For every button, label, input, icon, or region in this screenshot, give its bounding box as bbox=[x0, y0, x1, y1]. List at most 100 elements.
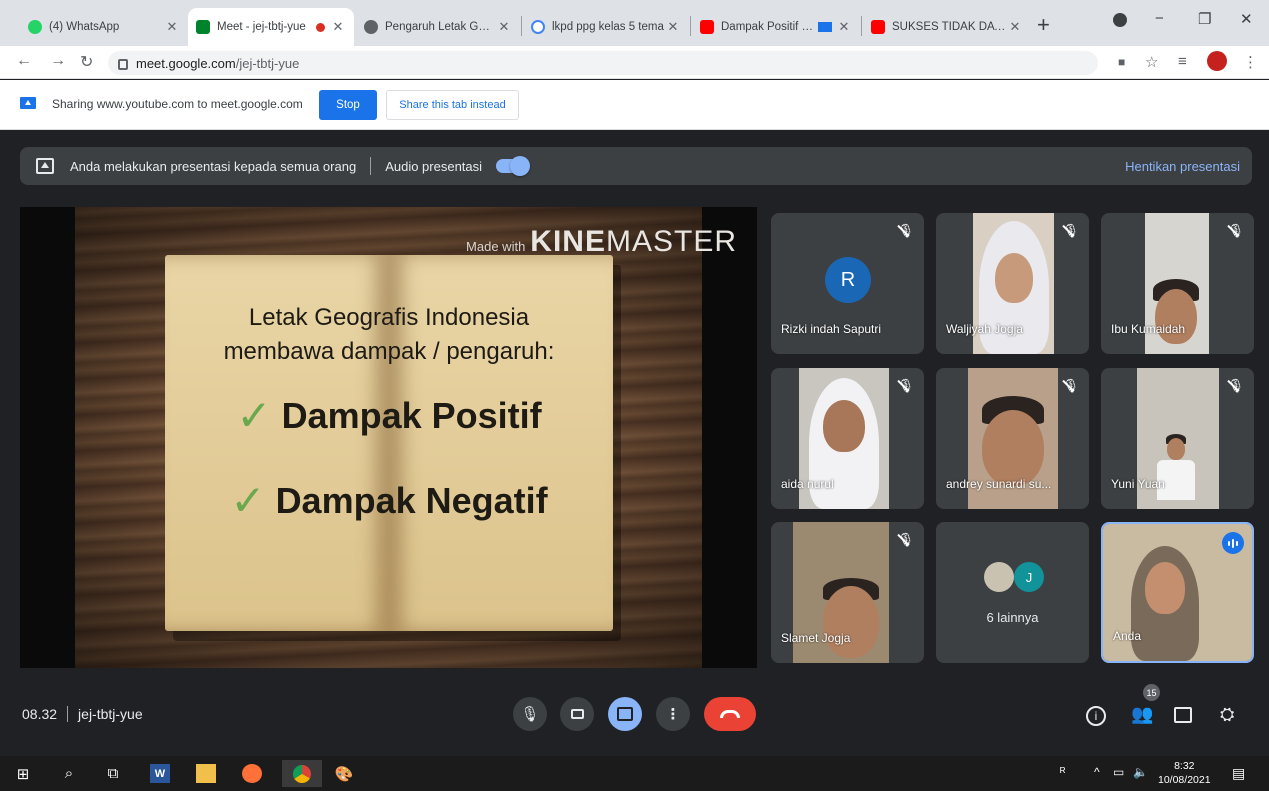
watermark-brand: MASTER bbox=[605, 225, 737, 258]
tab-whatsapp[interactable]: (4) WhatsApp ✕ bbox=[20, 8, 188, 46]
task-view-icon[interactable]: ⧉ bbox=[104, 764, 122, 783]
checkmark-icon: ✓ bbox=[230, 477, 266, 524]
participant-name: Slamet Jogja bbox=[781, 631, 851, 645]
reading-list-icon[interactable]: ≡ bbox=[1178, 53, 1187, 70]
clock-time: 8:32 bbox=[1174, 760, 1195, 772]
new-tab-button[interactable]: + bbox=[1037, 12, 1050, 38]
windows-start-icon[interactable]: ⊞ bbox=[14, 764, 32, 783]
globe-icon bbox=[364, 20, 378, 34]
back-arrow-icon[interactable]: ← bbox=[16, 52, 32, 70]
people-tray-icon[interactable]: ᴿ bbox=[1060, 765, 1065, 779]
sharing-infobar: Sharing www.youtube.com to meet.google.c… bbox=[0, 80, 1269, 130]
participant-tile[interactable]: 🎙 Slamet Jogja bbox=[771, 522, 924, 663]
clock-date: 10/08/2021 bbox=[1158, 774, 1211, 786]
presenting-text: Anda melakukan presentasi kepada semua o… bbox=[70, 158, 357, 174]
close-icon[interactable]: ✕ bbox=[164, 19, 180, 35]
volume-icon[interactable]: 🔈 bbox=[1133, 765, 1148, 779]
bullet-text: Dampak Positif bbox=[281, 394, 542, 436]
tab-pengaruh[interactable]: Pengaruh Letak Geogr ✕ bbox=[356, 8, 520, 46]
forward-arrow-icon[interactable]: → bbox=[50, 52, 66, 70]
stop-sharing-button[interactable]: Stop bbox=[319, 90, 377, 120]
audio-toggle[interactable] bbox=[496, 156, 531, 176]
profile-dot-icon[interactable] bbox=[1113, 13, 1127, 27]
close-icon[interactable]: ✕ bbox=[836, 19, 852, 35]
menu-kebab-icon[interactable]: ⋮ bbox=[1243, 53, 1258, 71]
participant-tile[interactable]: R 🎙 Rizki indah Saputri bbox=[771, 213, 924, 354]
tab-divider bbox=[861, 16, 862, 36]
camera-indicator-icon[interactable]: ■ bbox=[1118, 55, 1125, 69]
participant-tile[interactable]: 🎙 aida nurul bbox=[771, 368, 924, 509]
more-options-button[interactable]: ⋮ bbox=[656, 697, 690, 731]
cast-icon bbox=[818, 22, 832, 32]
url-bar[interactable]: meet.google.com /jej-tbtj-yue bbox=[108, 51, 1098, 75]
chrome-taskbar-button[interactable] bbox=[282, 760, 322, 787]
close-icon[interactable]: ✕ bbox=[1007, 19, 1023, 35]
bullet-text: Dampak Negatif bbox=[275, 479, 548, 521]
chevron-up-icon[interactable]: ^ bbox=[1094, 765, 1100, 779]
firefox-icon[interactable] bbox=[242, 764, 262, 783]
present-button[interactable] bbox=[608, 697, 642, 731]
reload-icon[interactable]: ↻ bbox=[80, 52, 93, 72]
self-tile[interactable]: Anda bbox=[1101, 522, 1254, 663]
close-icon[interactable]: ✕ bbox=[330, 19, 346, 35]
close-icon[interactable]: ✕ bbox=[665, 19, 681, 35]
paint-icon[interactable]: 🎨 bbox=[334, 764, 354, 783]
tab-title: Meet - jej-tbtj-yue bbox=[217, 21, 306, 33]
tab-dampak-positif[interactable]: Dampak Positif Da ✕ bbox=[692, 8, 860, 46]
word-icon[interactable]: W bbox=[150, 764, 170, 783]
close-icon[interactable]: ✕ bbox=[496, 19, 512, 35]
participant-tile[interactable]: 🎙 Yuni Yuan bbox=[1101, 368, 1254, 509]
stop-presenting-link[interactable]: Hentikan presentasi bbox=[1125, 159, 1240, 174]
face-shape bbox=[1167, 438, 1185, 460]
screen-share-icon bbox=[20, 97, 36, 109]
tab-title: lkpd ppg kelas 5 tema bbox=[552, 21, 664, 33]
windows-taskbar: ⊞ ⌕ ⧉ W 🎨 ᴿ ^ ▭ 🔈 8:32 10/08/2021 ▤ bbox=[0, 756, 1269, 791]
watermark-brand-bold: KINE bbox=[530, 225, 606, 258]
participant-tile-others[interactable]: J 6 lainnya bbox=[936, 522, 1089, 663]
system-clock[interactable]: 8:32 10/08/2021 bbox=[1158, 759, 1211, 787]
avatar bbox=[984, 562, 1014, 592]
meeting-time: 08.32 bbox=[22, 706, 58, 722]
mic-off-icon: 🎙 bbox=[1062, 378, 1079, 393]
slide-bullet-negative: ✓ Dampak Negatif bbox=[165, 476, 613, 525]
tab-sukses[interactable]: SUKSES TIDAK DATANG ✕ bbox=[863, 8, 1031, 46]
notification-icon[interactable]: ▤ bbox=[1232, 765, 1245, 782]
participant-tile[interactable]: 🎙 Ibu Kumaidah bbox=[1101, 213, 1254, 354]
face-shape bbox=[823, 586, 879, 658]
search-icon[interactable]: ⌕ bbox=[60, 764, 78, 783]
participant-tile[interactable]: 🎙 Waljiyah Jogja bbox=[936, 213, 1089, 354]
slide-text: Letak Geografis Indonesia membawa dampak… bbox=[165, 301, 613, 525]
tab-divider bbox=[521, 16, 522, 36]
microphone-button[interactable]: 🎙 bbox=[513, 697, 547, 731]
google-icon bbox=[531, 20, 545, 34]
tab-lkpd[interactable]: lkpd ppg kelas 5 tema ✕ bbox=[523, 8, 689, 46]
profile-avatar[interactable] bbox=[1207, 51, 1227, 71]
checkmark-icon: ✓ bbox=[236, 392, 272, 439]
mic-off-icon: 🎙 bbox=[897, 378, 914, 393]
sharing-message: Sharing www.youtube.com to meet.google.c… bbox=[52, 97, 303, 111]
lock-icon bbox=[118, 58, 128, 70]
camera-button[interactable] bbox=[560, 697, 594, 731]
chrome-icon bbox=[293, 764, 311, 783]
activities-icon[interactable]: ⛭ bbox=[1220, 704, 1234, 725]
minimize-button[interactable]: − bbox=[1155, 10, 1164, 27]
chat-icon[interactable] bbox=[1174, 707, 1192, 723]
tab-meet[interactable]: Meet - jej-tbtj-yue ✕ bbox=[188, 8, 354, 46]
battery-icon[interactable]: ▭ bbox=[1113, 765, 1124, 779]
bookmark-star-icon[interactable]: ☆ bbox=[1145, 53, 1158, 71]
people-count-badge: 15 bbox=[1143, 684, 1160, 701]
restore-button[interactable]: ❐ bbox=[1198, 10, 1211, 28]
file-explorer-icon[interactable] bbox=[196, 764, 216, 783]
info-divider bbox=[67, 706, 69, 722]
avatar: R bbox=[825, 257, 871, 303]
leave-call-button[interactable] bbox=[704, 697, 756, 731]
participant-tile[interactable]: 🎙 andrey sunardi su... bbox=[936, 368, 1089, 509]
share-this-tab-button[interactable]: Share this tab instead bbox=[386, 90, 519, 120]
meeting-code: jej-tbtj-yue bbox=[78, 706, 143, 722]
face-shape bbox=[982, 410, 1044, 486]
people-icon[interactable]: 👥 bbox=[1131, 704, 1153, 725]
watermark-made-with: Made with bbox=[466, 239, 526, 254]
info-icon[interactable]: i bbox=[1086, 706, 1106, 726]
window-close-button[interactable]: ✕ bbox=[1240, 10, 1253, 28]
audio-label: Audio presentasi bbox=[385, 158, 483, 174]
